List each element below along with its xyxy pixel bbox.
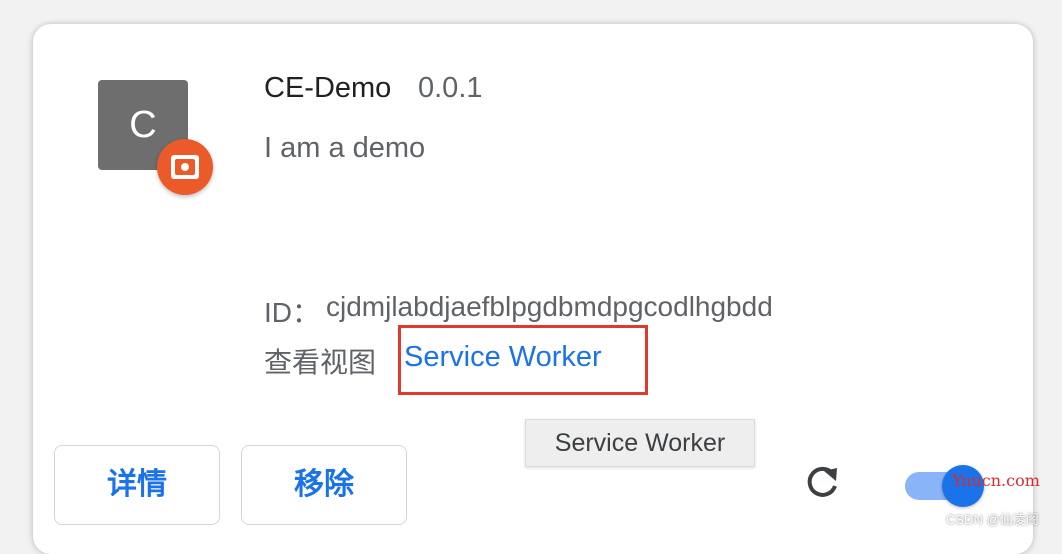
- site-watermark: Yuucn.com: [952, 471, 1040, 490]
- extension-id-label: ID：: [264, 297, 321, 328]
- extension-description: I am a demo: [264, 132, 426, 164]
- extension-name: CE-Demo: [264, 72, 392, 104]
- source-watermark: CSDN @仙凌阁: [946, 512, 1039, 527]
- inspect-views-label: 查看视图: [264, 347, 377, 378]
- details-button[interactable]: 详情: [54, 445, 220, 525]
- extension-id-value: cjdmjlabdjaefblpgdbmdpgcodlhgbdd: [326, 291, 773, 322]
- extension-icon-letter: C: [129, 104, 157, 146]
- unpacked-extension-badge-icon: [157, 139, 213, 195]
- remove-button[interactable]: 移除: [241, 445, 407, 525]
- extension-version: 0.0.1: [418, 72, 483, 104]
- service-worker-tooltip: Service Worker: [525, 419, 755, 467]
- reload-icon[interactable]: [800, 462, 844, 506]
- highlight-annotation-box: [398, 325, 648, 395]
